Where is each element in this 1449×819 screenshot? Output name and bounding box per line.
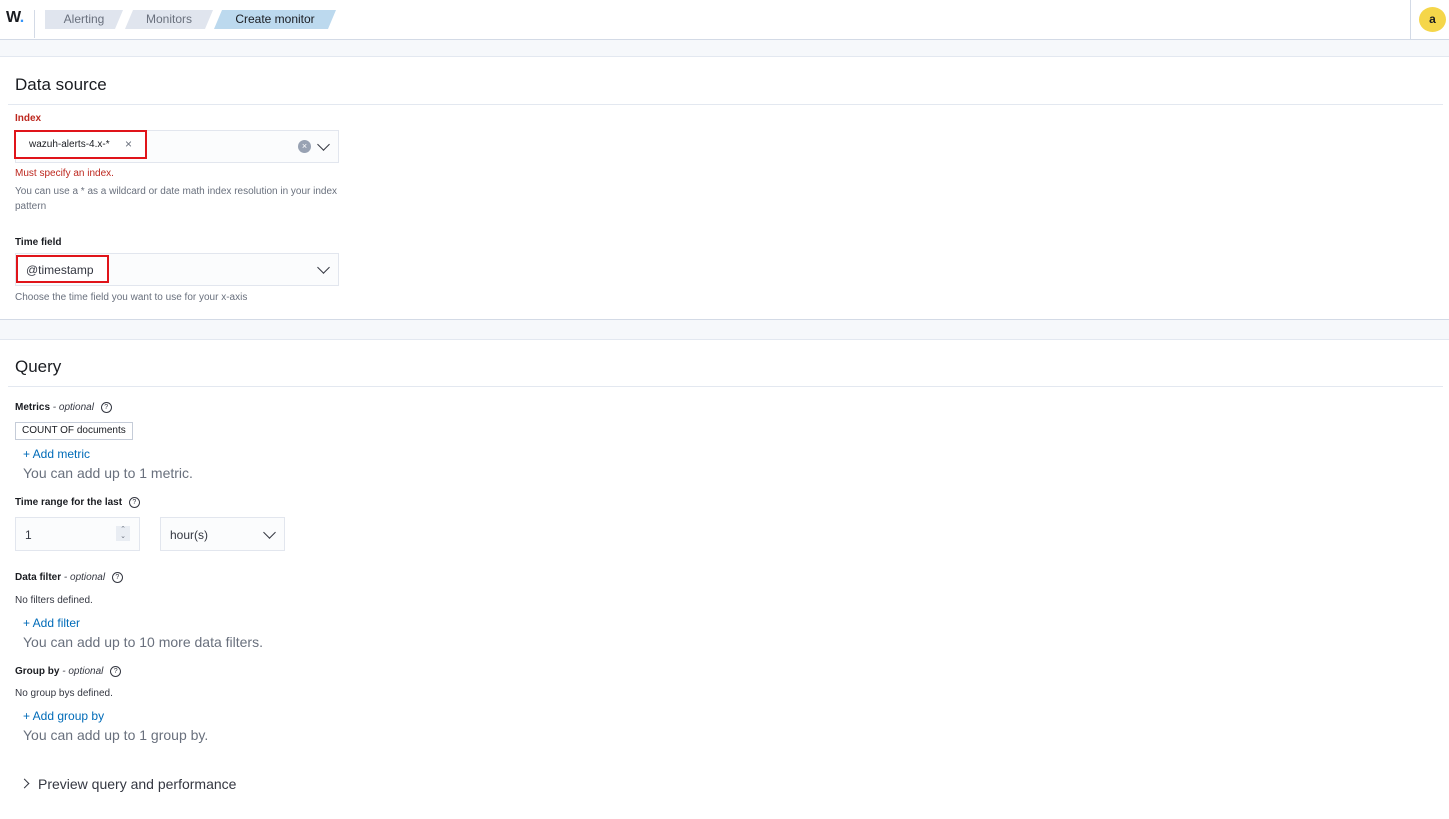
header-divider bbox=[34, 10, 35, 38]
divider-line bbox=[0, 56, 772, 57]
top-header: W. Alerting Monitors Create monitor a bbox=[0, 0, 1449, 40]
group-by-note: You can add up to 1 group by. bbox=[23, 727, 209, 743]
help-circle-icon[interactable]: ? bbox=[100, 402, 112, 413]
time-unit-select[interactable]: hour(s) bbox=[160, 517, 285, 551]
section-rule bbox=[8, 386, 1443, 387]
breadcrumb-create-monitor: Create monitor bbox=[214, 10, 336, 29]
data-filter-note: You can add up to 10 more data filters. bbox=[23, 634, 263, 650]
add-group-by-link[interactable]: + Add group by bbox=[23, 709, 104, 723]
add-metric-link[interactable]: + Add metric bbox=[23, 447, 90, 461]
data-filter-empty: No filters defined. bbox=[15, 595, 93, 606]
data-filter-label-text: Data filter bbox=[15, 572, 62, 584]
avatar-divider bbox=[1410, 0, 1411, 39]
spinner-icon[interactable]: ⌃ ⌄ bbox=[116, 526, 130, 541]
time-unit-value: hour(s) bbox=[170, 528, 209, 542]
section-gap-middle bbox=[0, 319, 1449, 340]
query-title: Query bbox=[15, 357, 62, 376]
metrics-label-text: Metrics bbox=[15, 402, 51, 414]
index-chip[interactable]: wazuh-alerts-4.x-* × bbox=[14, 130, 147, 159]
preview-query-toggle[interactable]: Preview query and performance bbox=[19, 776, 237, 792]
metrics-optional: - optional bbox=[52, 402, 94, 414]
metrics-label: Metrics - optional ? bbox=[15, 402, 112, 413]
breadcrumb-alerting[interactable]: Alerting bbox=[45, 10, 123, 29]
help-circle-icon[interactable]: ? bbox=[128, 497, 140, 508]
time-field-label: Time field bbox=[15, 237, 62, 248]
index-label: Index bbox=[15, 113, 42, 124]
time-range-label-text: Time range for the last bbox=[15, 497, 123, 509]
time-field-help: Choose the time field you want to use fo… bbox=[15, 292, 248, 303]
time-field-value: @timestamp bbox=[26, 263, 94, 277]
section-rule bbox=[8, 104, 1443, 105]
logo-letter: W bbox=[6, 9, 20, 26]
data-filter-label: Data filter - optional ? bbox=[15, 572, 123, 583]
add-filter-link[interactable]: + Add filter bbox=[23, 616, 80, 630]
metrics-note: You can add up to 1 metric. bbox=[23, 465, 193, 481]
help-circle-icon[interactable]: ? bbox=[111, 572, 123, 583]
index-error: Must specify an index. bbox=[15, 168, 114, 179]
time-range-value: 1 bbox=[25, 528, 32, 542]
time-range-label: Time range for the last ? bbox=[15, 497, 140, 508]
group-by-optional: - optional bbox=[62, 666, 104, 678]
index-chip-label: wazuh-alerts-4.x-* bbox=[29, 139, 110, 150]
group-by-label: Group by - optional ? bbox=[15, 666, 122, 678]
group-by-label-text: Group by bbox=[15, 666, 60, 678]
section-gap-top bbox=[0, 40, 1449, 57]
data-source-title: Data source bbox=[15, 75, 107, 94]
logo-dot: . bbox=[19, 9, 24, 26]
close-icon[interactable]: × bbox=[125, 137, 132, 151]
user-avatar[interactable]: a bbox=[1419, 7, 1446, 32]
chevron-right-icon bbox=[19, 778, 30, 789]
time-field-value-box[interactable]: @timestamp bbox=[16, 255, 109, 283]
group-by-empty: No group bys defined. bbox=[15, 688, 113, 699]
breadcrumb-monitors[interactable]: Monitors bbox=[125, 10, 213, 29]
clear-icon[interactable]: × bbox=[298, 140, 311, 153]
wazuh-logo[interactable]: W. bbox=[6, 9, 24, 27]
preview-query-label: Preview query and performance bbox=[38, 776, 237, 792]
metric-badge[interactable]: COUNT OF documents bbox=[15, 422, 133, 440]
chevron-down-icon[interactable] bbox=[263, 526, 276, 539]
index-help: You can use a * as a wildcard or date ma… bbox=[15, 186, 338, 212]
help-circle-icon[interactable]: ? bbox=[110, 666, 122, 677]
time-range-input[interactable]: 1 ⌃ ⌄ bbox=[15, 517, 140, 551]
data-filter-optional: - optional bbox=[63, 572, 106, 584]
